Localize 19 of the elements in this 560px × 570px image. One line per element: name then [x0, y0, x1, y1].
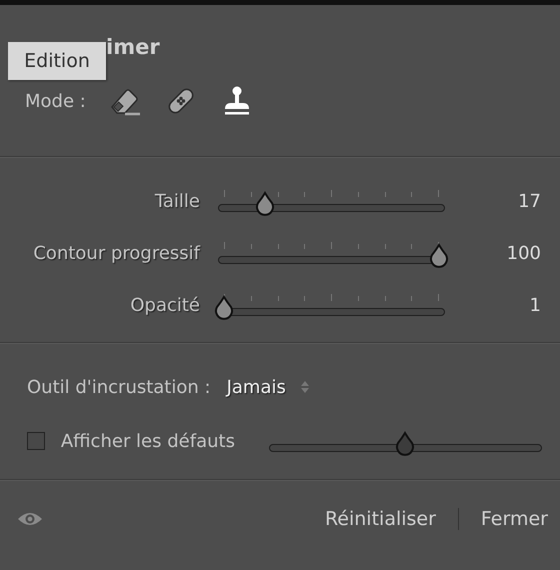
slider-label: Opacité [129, 294, 200, 316]
eye-icon[interactable] [17, 511, 43, 527]
mode-label: Mode : [25, 90, 86, 112]
slider-label: Taille [154, 190, 200, 212]
checkbox[interactable] [27, 432, 45, 450]
close-button[interactable]: Fermer [480, 508, 548, 530]
slider-value: 1 [528, 294, 541, 316]
slider-value: 17 [517, 190, 541, 212]
slider-thumb[interactable] [427, 242, 451, 268]
slider-thumb[interactable] [212, 294, 236, 320]
stepper-icon [300, 379, 310, 395]
overlay-dropdown[interactable]: Jamais [226, 376, 310, 398]
slider-value: 100 [506, 242, 541, 264]
panel-title: imer [106, 35, 161, 61]
checkbox-label: Afficher les défauts [60, 430, 235, 452]
reset-button[interactable]: Réinitialiser [324, 508, 436, 530]
tooltip: Edition [8, 42, 106, 80]
overlay-label: Outil d'incrustation : [27, 376, 211, 398]
slider-label: Contour progressif [32, 242, 200, 264]
